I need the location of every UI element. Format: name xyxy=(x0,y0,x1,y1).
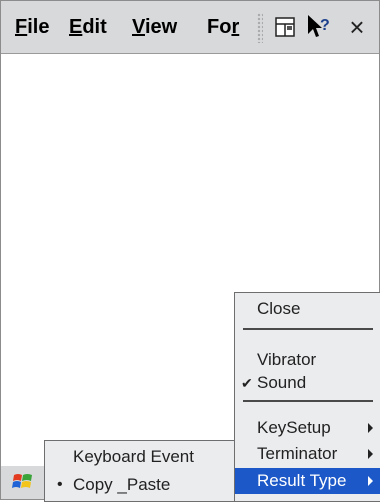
close-icon: × xyxy=(349,12,365,42)
menu-item-terminator[interactable]: Terminator xyxy=(235,441,380,467)
help-arrow-icon: ? xyxy=(308,15,330,37)
menu-item-result-type[interactable]: Result Type xyxy=(235,468,380,494)
help-button[interactable]: ? xyxy=(303,11,335,43)
menu-bar: File Edit View For ? × xyxy=(1,1,379,54)
submenu-arrow-icon xyxy=(368,423,373,433)
menu-format[interactable]: For xyxy=(207,1,251,53)
windows-start-icon[interactable] xyxy=(11,470,35,494)
menu-separator xyxy=(243,400,373,402)
popup-menu: Close Vibrator ✔ Sound KeySetup Terminat… xyxy=(234,292,380,502)
menu-view[interactable]: View xyxy=(132,1,177,53)
result-type-submenu: Keyboard Event • Copy _Paste xyxy=(44,440,236,502)
selected-bullet-icon: • xyxy=(57,476,63,493)
menu-separator xyxy=(243,328,373,330)
menu-file[interactable]: File xyxy=(15,1,49,53)
menu-item-close[interactable]: Close xyxy=(235,296,380,322)
close-button[interactable]: × xyxy=(341,11,373,43)
svg-text:?: ? xyxy=(320,17,330,34)
layout-icon xyxy=(275,17,295,37)
menu-item-keysetup[interactable]: KeySetup xyxy=(235,415,380,441)
menu-item-copy-paste[interactable]: • Copy _Paste xyxy=(45,472,235,498)
submenu-arrow-icon xyxy=(368,476,373,486)
menu-edit[interactable]: Edit xyxy=(69,1,107,53)
checkmark-icon: ✔ xyxy=(241,375,253,391)
menu-item-sound[interactable]: ✔ Sound xyxy=(235,370,380,396)
layout-button[interactable] xyxy=(269,11,301,43)
submenu-arrow-icon xyxy=(368,449,373,459)
toolbar-grip[interactable] xyxy=(257,13,263,43)
menu-item-keyboard-event[interactable]: Keyboard Event xyxy=(45,444,235,470)
